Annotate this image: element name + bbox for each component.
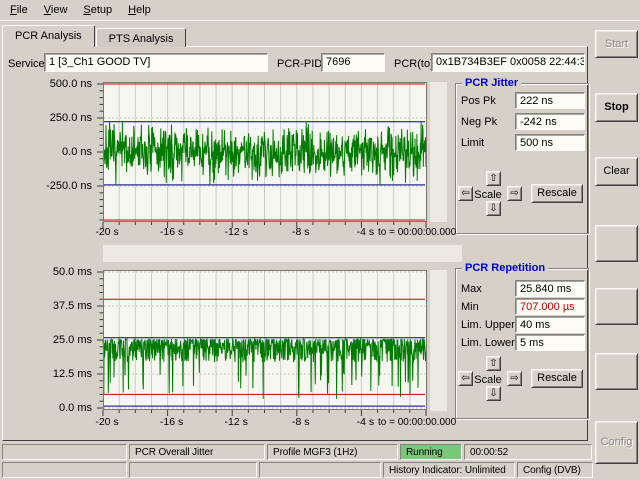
- field-label-lim-upper: Lim. Upper: [461, 319, 515, 331]
- tab-pts-analysis[interactable]: PTS Analysis: [96, 28, 187, 47]
- status-cell-r1-0: [2, 444, 127, 460]
- y-tick-label: 0.0 ms: [36, 402, 92, 414]
- field-pcr-jitter-pos-pk: 222 ns: [515, 92, 585, 109]
- y-tick-label: 250.0 ns: [36, 112, 92, 124]
- h-scrollbar[interactable]: [103, 245, 462, 262]
- y-tick-label: -250.0 ns: [36, 180, 92, 192]
- rescale-button-pcr-repetition[interactable]: Rescale: [531, 369, 583, 388]
- pcr-to-value: 0x1B734B3EF 0x0058 22:44:3: [436, 56, 585, 68]
- status-cell-r2-0: [2, 462, 127, 478]
- pcr-pid-label: PCR-PID: [277, 58, 322, 70]
- scale-label-pcr-jitter: Scale: [470, 189, 506, 201]
- field-pcr-repetition-min: 707.000 µs: [515, 298, 585, 315]
- field-value-lim-upper: 40 ms: [520, 319, 550, 331]
- side-button-stop[interactable]: Stop: [595, 93, 638, 122]
- side-button-config[interactable]: Config: [595, 421, 638, 464]
- field-value-min: 707.000 µs: [520, 301, 575, 313]
- pcr-to-field: 0x1B734B3EF 0x0058 22:44:3: [431, 53, 585, 72]
- scale-left-button-pcr-jitter[interactable]: ⇦: [458, 186, 473, 201]
- x-tick-label: -16 s: [152, 416, 192, 428]
- app-window: FileViewSetupHelp PCR AnalysisPTS Analys…: [0, 0, 640, 480]
- v-scrollbar-1[interactable]: [430, 82, 447, 222]
- field-value-pos-pk: 222 ns: [520, 95, 553, 107]
- menu-item-setup[interactable]: Setup: [75, 2, 120, 19]
- side-button-clear[interactable]: Clear: [595, 157, 638, 186]
- side-button-blank-5[interactable]: [595, 353, 638, 390]
- scale-down-button-pcr-jitter[interactable]: ⇩: [486, 201, 501, 216]
- status-cell-r2-3: History Indicator: Unlimited: [383, 462, 515, 478]
- field-label-neg-pk: Neg Pk: [461, 116, 497, 128]
- field-pcr-jitter-limit: 500 ns: [515, 134, 585, 151]
- x-tick-label: -12 s: [216, 226, 256, 238]
- y-tick-label: 25.0 ms: [36, 334, 92, 346]
- scale-left-button-pcr-repetition[interactable]: ⇦: [458, 371, 473, 386]
- scale-up-button-pcr-repetition[interactable]: ⇧: [486, 356, 501, 371]
- v-scrollbar-2[interactable]: [430, 270, 447, 411]
- status-cell-r1-4: 00:00:52: [464, 444, 592, 460]
- field-value-neg-pk: -242 ns: [520, 116, 557, 128]
- groupbox-title-pcr-jitter: PCR Jitter: [462, 77, 521, 89]
- scale-up-button-pcr-jitter[interactable]: ⇧: [486, 171, 501, 186]
- scale-right-button-pcr-repetition[interactable]: ⇨: [507, 371, 522, 386]
- side-button-blank-3[interactable]: [595, 225, 638, 262]
- side-button-start[interactable]: Start: [595, 30, 638, 58]
- menu-item-help[interactable]: Help: [120, 2, 159, 19]
- scale-down-button-pcr-repetition[interactable]: ⇩: [486, 386, 501, 401]
- x-tick-label: -8 s: [281, 226, 321, 238]
- tab-bar: PCR AnalysisPTS Analysis: [2, 25, 187, 47]
- x-tick-label: -20 s: [87, 416, 127, 428]
- pcr-pid-field: 7696: [321, 53, 385, 72]
- field-value-lim-lower: 5 ms: [520, 337, 544, 349]
- groupbox-title-pcr-repetition: PCR Repetition: [462, 262, 548, 274]
- y-tick-label: 500.0 ns: [36, 78, 92, 90]
- status-cell-r2-4: Config (DVB): [517, 462, 593, 478]
- scale-right-button-pcr-jitter[interactable]: ⇨: [507, 186, 522, 201]
- x-axis-end-label: to = 00:00:00.000: [378, 227, 456, 238]
- field-label-min: Min: [461, 301, 479, 313]
- menu-bar: FileViewSetupHelp: [0, 0, 640, 21]
- pcr-to-label: PCR(to): [394, 58, 434, 70]
- service-label: Service: [8, 58, 45, 70]
- field-value-max: 25.840 ms: [520, 283, 571, 295]
- x-tick-label: -8 s: [281, 416, 321, 428]
- menu-item-view[interactable]: View: [36, 2, 76, 19]
- x-tick-label: -20 s: [87, 226, 127, 238]
- field-pcr-repetition-max: 25.840 ms: [515, 280, 585, 297]
- scale-label-pcr-repetition: Scale: [470, 374, 506, 386]
- field-pcr-repetition-lim-lower: 5 ms: [515, 334, 585, 351]
- field-label-limit: Limit: [461, 137, 484, 149]
- service-field[interactable]: 1 [3_Ch1 GOOD TV]: [44, 53, 268, 72]
- menu-item-file[interactable]: File: [2, 2, 36, 19]
- status-cell-r1-1: PCR Overall Jitter: [129, 444, 265, 460]
- field-pcr-repetition-lim-upper: 40 ms: [515, 316, 585, 333]
- field-label-lim-lower: Lim. Lower: [461, 337, 515, 349]
- y-tick-label: 37.5 ms: [36, 300, 92, 312]
- rescale-button-pcr-jitter[interactable]: Rescale: [531, 184, 583, 203]
- pcr-jitter-trend: [95, 82, 427, 228]
- y-tick-label: 0.0 ns: [36, 146, 92, 158]
- status-cell-r2-1: [129, 462, 257, 478]
- y-tick-label: 50.0 ms: [36, 266, 92, 278]
- field-value-limit: 500 ns: [520, 137, 553, 149]
- pcr-pid-value: 7696: [326, 56, 350, 68]
- status-cell-r1-2: Profile MGF3 (1Hz): [267, 444, 398, 460]
- service-value: 1 [3_Ch1 GOOD TV]: [49, 56, 150, 68]
- tab-pcr-analysis[interactable]: PCR Analysis: [2, 25, 95, 47]
- side-button-blank-4[interactable]: [595, 288, 638, 325]
- x-tick-label: -12 s: [216, 416, 256, 428]
- field-label-pos-pk: Pos Pk: [461, 95, 496, 107]
- field-pcr-jitter-neg-pk: -242 ns: [515, 113, 585, 130]
- x-tick-label: -16 s: [152, 226, 192, 238]
- field-label-max: Max: [461, 283, 482, 295]
- status-running-badge: Running: [400, 444, 462, 460]
- pcr-repetition-trend: [95, 270, 427, 418]
- y-tick-label: 12.5 ms: [36, 368, 92, 380]
- x-axis-end-label: to = 00:00:00.000: [378, 417, 456, 428]
- status-cell-r2-2: [259, 462, 381, 478]
